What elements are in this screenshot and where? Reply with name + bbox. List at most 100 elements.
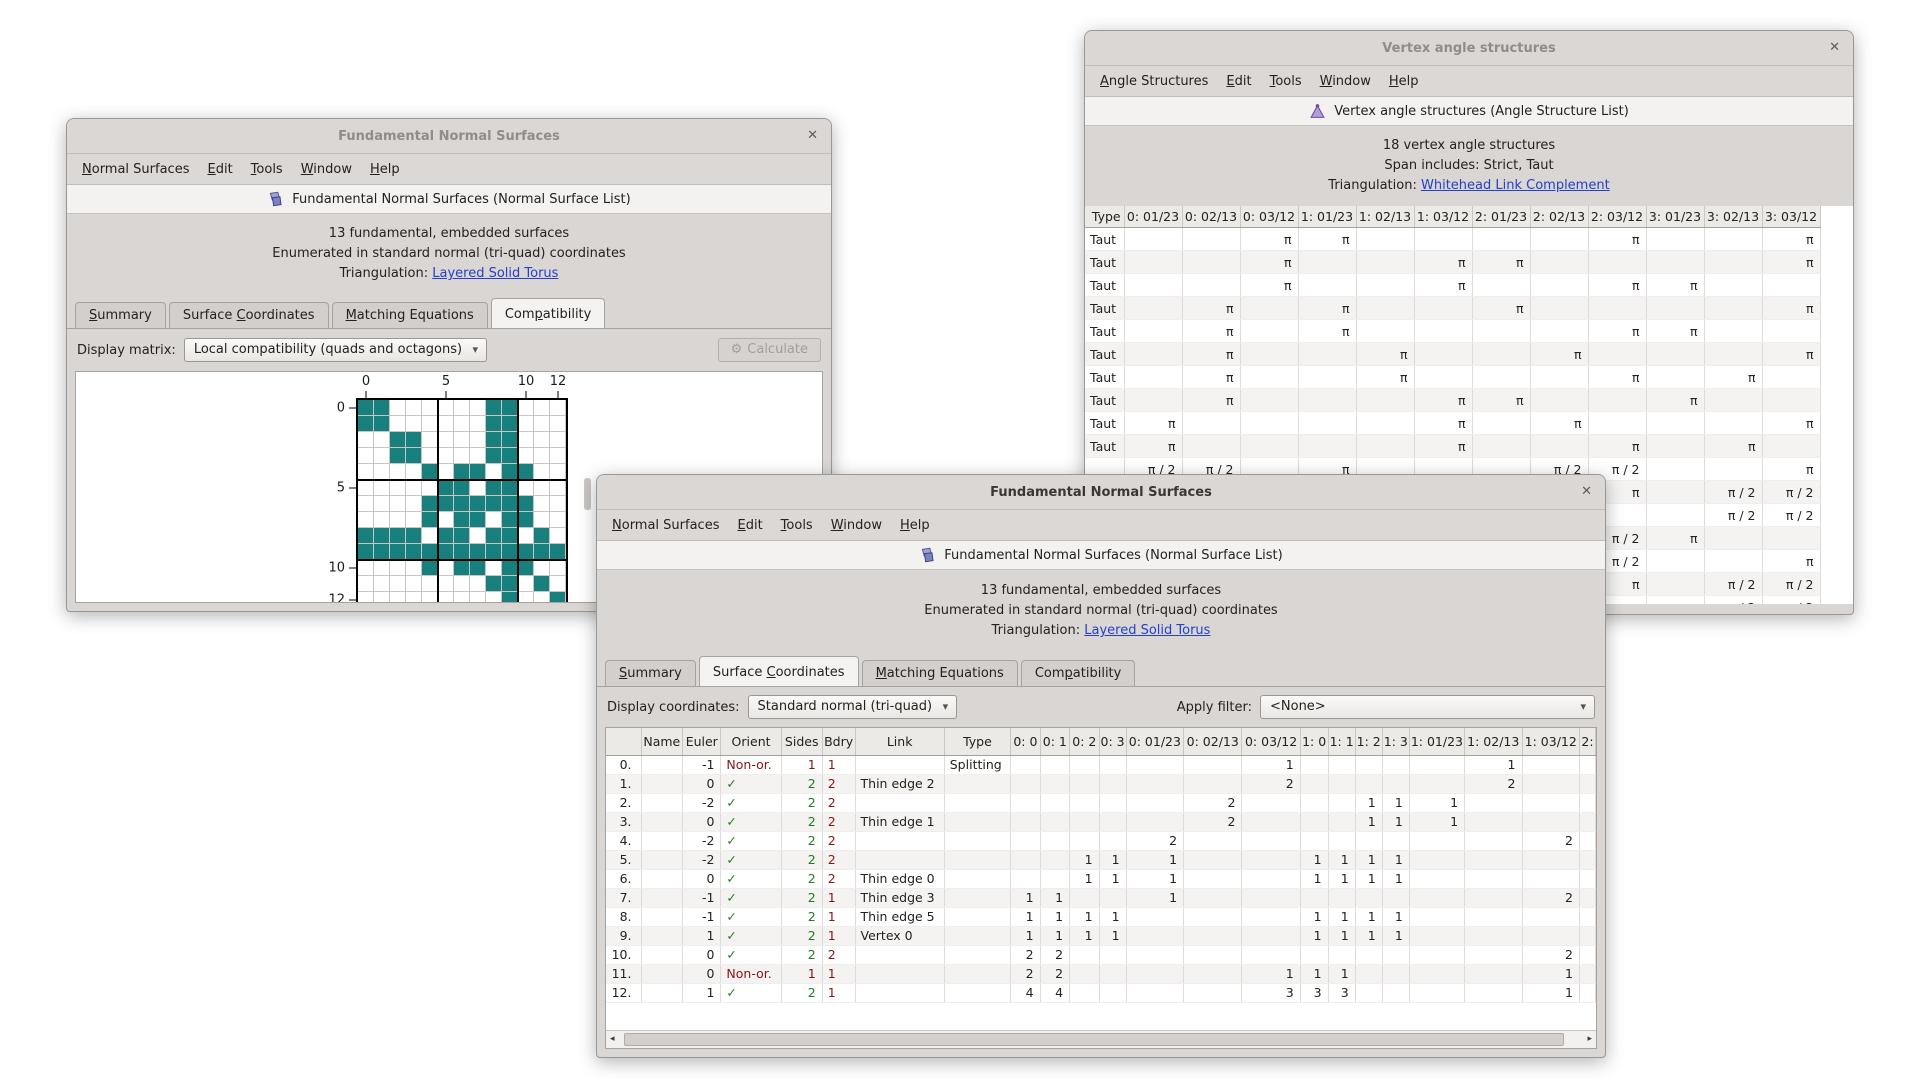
table-row[interactable]: 11.0Non-or.11221111	[606, 965, 1596, 984]
column-header[interactable]: 2: 03/12	[1588, 206, 1646, 228]
scrollbar-thumb[interactable]	[624, 1033, 1564, 1046]
table-row[interactable]: Tautππππ	[1085, 389, 1820, 412]
display-coordinates-select[interactable]: Standard normal (tri-quad) ▾	[748, 695, 958, 719]
table-row[interactable]: Tautππππ	[1085, 274, 1820, 297]
apply-filter-select[interactable]: <None> ▾	[1260, 695, 1595, 719]
column-header[interactable]: Sides	[781, 728, 822, 756]
menu-item-help[interactable]: Help	[891, 514, 939, 537]
calculate-button[interactable]: ⚙ Calculate	[718, 338, 821, 362]
column-header[interactable]: Bdry	[822, 728, 855, 756]
menu-item-help[interactable]: Help	[1380, 70, 1428, 93]
triangulation-link[interactable]: Layered Solid Torus	[1084, 623, 1210, 638]
table-row[interactable]: 12.1✓21443331	[606, 984, 1596, 1003]
table-row[interactable]: 4.-2✓2222	[606, 832, 1596, 851]
titlebar[interactable]: Fundamental Normal Surfaces ✕	[597, 475, 1605, 510]
menu-item-angle-structures[interactable]: Angle Structures	[1091, 70, 1217, 93]
menu-item-edit[interactable]: Edit	[198, 158, 241, 181]
column-header[interactable]: 3: 03/12	[1762, 206, 1820, 228]
column-header[interactable]	[606, 728, 641, 756]
column-header[interactable]: 1: 3	[1382, 728, 1409, 756]
column-header[interactable]: Type	[1085, 206, 1124, 228]
tab-matching-equations[interactable]: Matching Equations	[862, 660, 1018, 686]
scroll-right-icon[interactable]: ▸	[1587, 1033, 1592, 1046]
table-row[interactable]: 3.0✓22Thin edge 12111	[606, 813, 1596, 832]
tab-surface-coordinates[interactable]: Surface Coordinates	[169, 302, 329, 328]
menu-item-tools[interactable]: Tools	[242, 158, 292, 181]
close-icon[interactable]: ✕	[807, 128, 818, 143]
titlebar[interactable]: Fundamental Normal Surfaces ✕	[67, 119, 831, 154]
column-header[interactable]: 0: 1	[1040, 728, 1069, 756]
table-row[interactable]: Tautππππ	[1085, 343, 1820, 366]
table-row[interactable]: 6.0✓22Thin edge 01111111	[606, 870, 1596, 889]
column-header[interactable]: 0: 02/13	[1184, 728, 1242, 756]
tab-compatibility[interactable]: Compatibility	[491, 298, 606, 328]
table-row[interactable]: Tautππππ	[1085, 435, 1820, 458]
table-row[interactable]: 9.1✓21Vertex 011111111	[606, 927, 1596, 946]
column-header[interactable]: 1: 03/12	[1522, 728, 1579, 756]
column-header[interactable]: 2: 02/13	[1530, 206, 1588, 228]
tab-matching-equations[interactable]: Matching Equations	[332, 302, 488, 328]
column-header[interactable]: 1: 03/12	[1414, 206, 1472, 228]
menu-item-normal-surfaces[interactable]: Normal Surfaces	[603, 514, 728, 537]
table-row[interactable]: Tautππππ	[1085, 228, 1820, 251]
table-row[interactable]: Tautππππ	[1085, 412, 1820, 435]
menu-item-tools[interactable]: Tools	[1261, 70, 1311, 93]
column-header[interactable]: 1: 2	[1355, 728, 1382, 756]
triangulation-link[interactable]: Whitehead Link Complement	[1421, 178, 1610, 193]
table-row[interactable]: Tautππππ	[1085, 251, 1820, 274]
table-row[interactable]: 10.0✓22222	[606, 946, 1596, 965]
menu-item-window[interactable]: Window	[292, 158, 361, 181]
column-header[interactable]: 0: 01/23	[1126, 728, 1183, 756]
column-header[interactable]: 3: 01/23	[1646, 206, 1704, 228]
column-header[interactable]: 0: 02/13	[1182, 206, 1240, 228]
column-header[interactable]: 0: 03/12	[1240, 206, 1298, 228]
column-header[interactable]: Type	[944, 728, 1010, 756]
column-header[interactable]: 0: 0	[1011, 728, 1040, 756]
titlebar[interactable]: Vertex angle structures ✕	[1085, 31, 1853, 66]
tab-surface-coordinates[interactable]: Surface Coordinates	[699, 656, 859, 686]
column-header[interactable]: 1: 02/13	[1465, 728, 1522, 756]
close-icon[interactable]: ✕	[1581, 484, 1592, 499]
table-row[interactable]: 8.-1✓21Thin edge 511111111	[606, 908, 1596, 927]
column-header[interactable]: 1: 02/13	[1356, 206, 1414, 228]
column-header[interactable]: Name	[641, 728, 683, 756]
column-header[interactable]: 0: 3	[1099, 728, 1126, 756]
tab-compatibility[interactable]: Compatibility	[1021, 660, 1136, 686]
tab-summary[interactable]: Summary	[75, 302, 166, 328]
horizontal-scrollbar[interactable]: ◂ ▸	[606, 1030, 1596, 1048]
menu-item-window[interactable]: Window	[1311, 70, 1380, 93]
surface-table-viewport[interactable]: NameEulerOrientSidesBdryLinkType0: 00: 1…	[606, 728, 1596, 1030]
close-icon[interactable]: ✕	[1829, 40, 1840, 55]
column-header[interactable]: 1: 0	[1300, 728, 1328, 756]
menu-item-normal-surfaces[interactable]: Normal Surfaces	[73, 158, 198, 181]
table-row[interactable]: Tautππππ	[1085, 320, 1820, 343]
menu-item-tools[interactable]: Tools	[772, 514, 822, 537]
table-row[interactable]: Tautππππ	[1085, 297, 1820, 320]
column-header[interactable]: Euler	[683, 728, 721, 756]
menu-item-edit[interactable]: Edit	[728, 514, 771, 537]
menu-item-window[interactable]: Window	[822, 514, 891, 537]
table-row[interactable]: 5.-2✓221111111	[606, 851, 1596, 870]
column-header[interactable]: Orient	[721, 728, 781, 756]
column-header[interactable]: 0: 2	[1070, 728, 1099, 756]
column-header[interactable]: 1: 01/23	[1298, 206, 1356, 228]
column-header[interactable]: 0: 01/23	[1124, 206, 1182, 228]
table-row[interactable]: 0.-1Non-or.11Splitting11	[606, 756, 1596, 775]
scroll-left-icon[interactable]: ◂	[610, 1033, 615, 1046]
column-header[interactable]: 1: 1	[1328, 728, 1355, 756]
vertical-scrollbar-thumb[interactable]	[584, 478, 591, 510]
menu-item-edit[interactable]: Edit	[1217, 70, 1260, 93]
tab-summary[interactable]: Summary	[605, 660, 696, 686]
column-header[interactable]: Link	[855, 728, 944, 756]
table-row[interactable]: Tautππππ	[1085, 366, 1820, 389]
column-header[interactable]: 2:	[1579, 728, 1595, 756]
display-matrix-select[interactable]: Local compatibility (quads and octagons)…	[184, 338, 487, 362]
table-row[interactable]: 1.0✓22Thin edge 222	[606, 775, 1596, 794]
column-header[interactable]: 1: 01/23	[1409, 728, 1464, 756]
table-row[interactable]: 7.-1✓21Thin edge 31112	[606, 889, 1596, 908]
menu-item-help[interactable]: Help	[361, 158, 409, 181]
triangulation-link[interactable]: Layered Solid Torus	[432, 266, 558, 281]
column-header[interactable]: 3: 02/13	[1704, 206, 1762, 228]
column-header[interactable]: 0: 03/12	[1242, 728, 1300, 756]
table-row[interactable]: 2.-2✓222111	[606, 794, 1596, 813]
